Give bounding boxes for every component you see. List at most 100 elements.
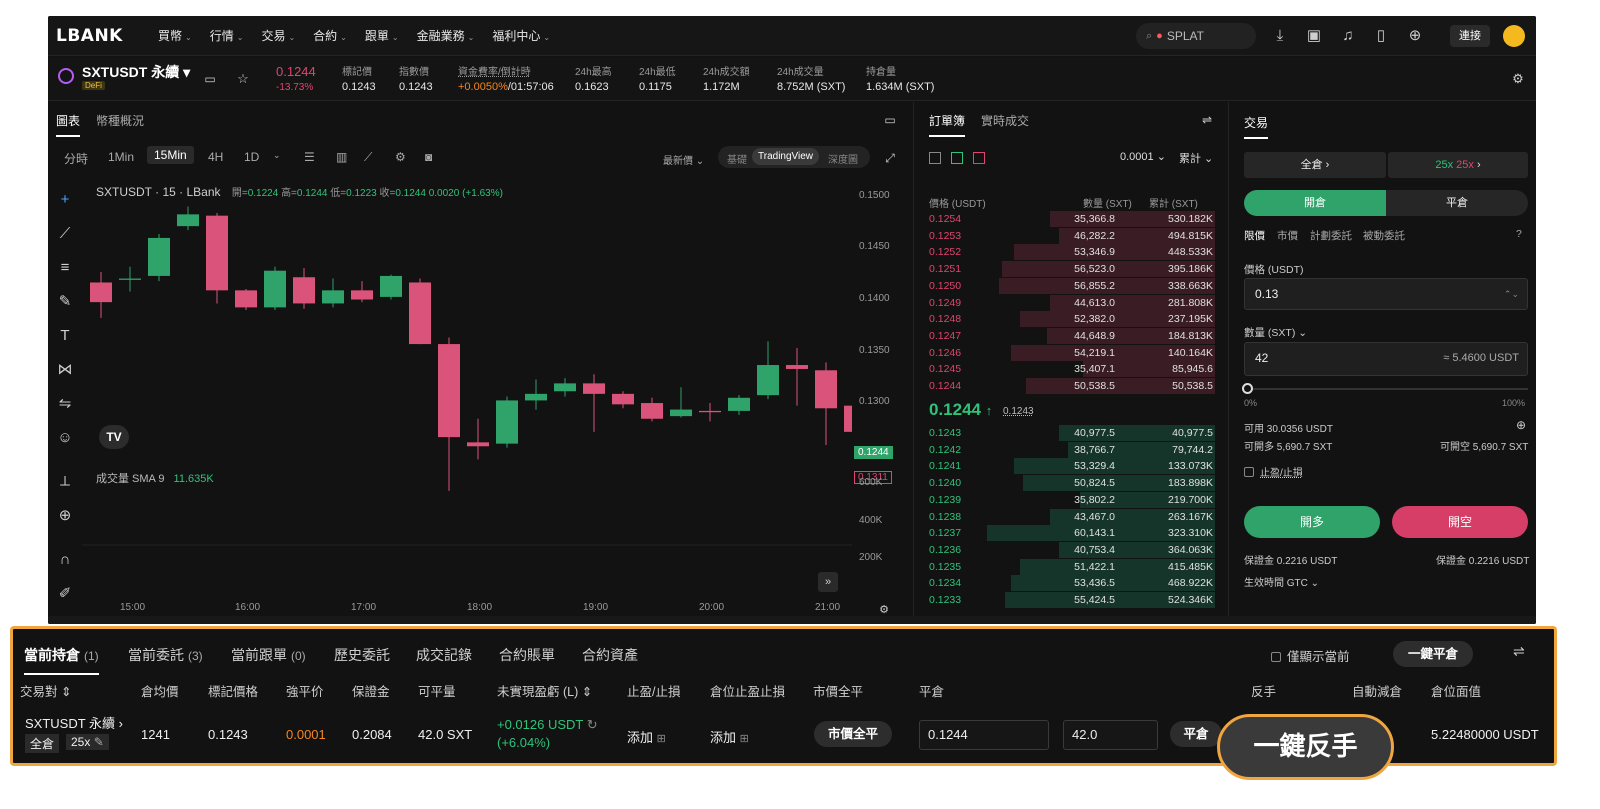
- col-pair[interactable]: 交易對 ⇕: [20, 681, 71, 700]
- tf-15min[interactable]: 15Min: [147, 146, 194, 164]
- help-icon[interactable]: ?: [1516, 228, 1522, 240]
- star-icon[interactable]: ☆: [233, 69, 253, 89]
- depth-mode-select[interactable]: 累計 ⌄: [1179, 150, 1213, 166]
- zoom-in-icon[interactable]: ⊕: [55, 506, 75, 526]
- ask-row[interactable]: 0.1247 44,648.9 184.813K: [915, 327, 1215, 344]
- close-position-button[interactable]: 平倉: [1170, 721, 1222, 747]
- bid-row[interactable]: 0.1239 35,802.2 219.700K: [915, 491, 1215, 508]
- login-button[interactable]: 連接: [1450, 25, 1490, 47]
- tab-order-history[interactable]: 歷史委託: [334, 645, 390, 665]
- open-position-tab[interactable]: 開倉: [1244, 190, 1386, 216]
- tf-more-chevron-icon[interactable]: ⌄: [273, 150, 281, 161]
- settings-icon[interactable]: ⚙: [395, 150, 406, 164]
- tf-1d[interactable]: 1D: [244, 150, 259, 164]
- one-click-reverse-callout[interactable]: 一鍵反手: [1217, 714, 1394, 780]
- nav-item-market[interactable]: 行情 ⌄: [210, 27, 244, 44]
- mode-basic[interactable]: 基礎: [727, 151, 747, 166]
- symbol-selector[interactable]: SXTUSDT 永續 ▾: [82, 62, 190, 82]
- logo[interactable]: LBANK: [56, 26, 158, 46]
- price-input[interactable]: 0.13 ⌃⌄: [1244, 278, 1528, 310]
- bell-icon[interactable]: ♫: [1338, 26, 1358, 46]
- app-download-icon[interactable]: ▯: [1371, 26, 1391, 46]
- market-close-button[interactable]: 市價全平: [814, 721, 892, 747]
- stepper-icon[interactable]: ⌃⌄: [1504, 279, 1519, 309]
- ruler-icon[interactable]: ⟂: [55, 472, 75, 492]
- order-type-limit[interactable]: 限價: [1244, 228, 1265, 243]
- ask-row[interactable]: 0.1253 46,282.2 494.815K: [915, 227, 1215, 244]
- tab-chart[interactable]: 圖表: [56, 112, 81, 137]
- download-icon[interactable]: ⤓: [1270, 26, 1290, 46]
- ask-row[interactable]: 0.1250 56,855.2 338.663K: [915, 277, 1215, 294]
- filter-icon[interactable]: ⇌: [1197, 110, 1217, 130]
- fullscreen-icon[interactable]: ▭: [880, 110, 900, 130]
- candle-type-icon[interactable]: ▥: [336, 150, 347, 164]
- book-icon[interactable]: ▭: [200, 69, 220, 89]
- crosshair-icon[interactable]: +: [55, 190, 75, 210]
- layout-bids-icon[interactable]: [951, 152, 963, 164]
- bid-row[interactable]: 0.1242 38,766.7 79,744.2: [915, 441, 1215, 458]
- measure-lines-icon[interactable]: ⇋: [55, 394, 75, 414]
- col-pnl[interactable]: 未實現盈虧 (L) ⇕: [497, 681, 592, 700]
- tpsl-checkbox[interactable]: 止盈/止損: [1244, 464, 1303, 479]
- position-pair[interactable]: SXTUSDT 永續 ›: [25, 713, 123, 732]
- show-current-checkbox[interactable]: 僅顯示當前: [1271, 646, 1350, 665]
- globe-icon[interactable]: ⊕: [1405, 26, 1425, 46]
- bid-row[interactable]: 0.1240 50,824.5 183.898K: [915, 475, 1215, 492]
- settings-icon[interactable]: ⚙: [1508, 69, 1528, 89]
- ask-row[interactable]: 0.1252 53,346.9 448.533K: [915, 244, 1215, 261]
- nav-item-finance[interactable]: 金融業務 ⌄: [417, 27, 475, 44]
- position-leverage[interactable]: 25x ✎: [66, 734, 109, 750]
- tab-orderbook[interactable]: 訂單簿: [929, 112, 966, 137]
- bid-row[interactable]: 0.1234 53,436.5 468.922K: [915, 575, 1215, 592]
- order-type-market[interactable]: 市價: [1277, 228, 1298, 243]
- leverage-button[interactable]: 25x 25x ›: [1388, 152, 1528, 178]
- tab-futures-bills[interactable]: 合約賬單: [499, 645, 555, 665]
- time-in-force-select[interactable]: 生效時間 GTC ⌄: [1244, 574, 1319, 589]
- bid-row[interactable]: 0.1237 60,143.1 323.310K: [915, 525, 1215, 542]
- precision-select[interactable]: 0.0001 ⌄: [1120, 150, 1166, 163]
- bid-row[interactable]: 0.1235 51,422.1 415.485K: [915, 558, 1215, 575]
- chart-mode-switch[interactable]: 基礎 TradingView 深度圖: [718, 146, 870, 168]
- pattern-icon[interactable]: ⋈: [55, 360, 75, 380]
- wallet-icon[interactable]: ▣: [1304, 26, 1324, 46]
- magnet-icon[interactable]: ∩: [55, 550, 75, 570]
- ask-row[interactable]: 0.1254 35,366.8 530.182K: [915, 211, 1215, 227]
- expand-icon[interactable]: ⤢: [880, 148, 900, 168]
- camera-icon[interactable]: ◙: [425, 150, 432, 164]
- tab-recent-trades[interactable]: 實時成交: [981, 112, 1029, 129]
- margin-mode-button[interactable]: 全倉 ›: [1244, 152, 1386, 178]
- nav-item-trade[interactable]: 交易 ⌄: [261, 27, 295, 44]
- lock-draw-icon[interactable]: ✐: [55, 584, 75, 604]
- candlestick-chart[interactable]: [82, 188, 852, 624]
- qty-slider[interactable]: [1244, 388, 1528, 390]
- tab-copy-orders[interactable]: 當前跟單 (0): [231, 645, 306, 665]
- tf-4h[interactable]: 4H: [208, 150, 223, 164]
- layout-both-icon[interactable]: [929, 152, 941, 164]
- layout-asks-icon[interactable]: [973, 152, 985, 164]
- add-position-tpsl-button[interactable]: 添加 ⊞: [710, 727, 749, 746]
- emoji-icon[interactable]: ☺: [55, 428, 75, 448]
- tab-trade-history[interactable]: 成交記錄: [416, 645, 472, 665]
- close-price-input[interactable]: 0.1244: [919, 720, 1049, 750]
- price-type-select[interactable]: 最新價 ⌄: [663, 152, 704, 167]
- ask-row[interactable]: 0.1248 52,382.0 237.195K: [915, 311, 1215, 328]
- close-all-button[interactable]: 一鍵平倉: [1393, 641, 1473, 667]
- trendline-icon[interactable]: ⟋: [55, 224, 75, 244]
- bid-row[interactable]: 0.1238 43,467.0 263.167K: [915, 508, 1215, 525]
- bid-row[interactable]: 0.1243 40,977.5 40,977.5: [915, 425, 1215, 441]
- ask-row[interactable]: 0.1244 50,538.5 50,538.5: [915, 378, 1215, 394]
- open-short-button[interactable]: 開空: [1392, 506, 1528, 538]
- line-tool-icon[interactable]: ⟋: [364, 150, 372, 165]
- open-long-button[interactable]: 開多: [1244, 506, 1380, 538]
- close-qty-input[interactable]: 42.0: [1063, 720, 1158, 750]
- brush-icon[interactable]: ✎: [55, 292, 75, 312]
- nav-item-buy[interactable]: 買幣 ⌄: [158, 27, 192, 44]
- tf-line[interactable]: 分時: [64, 150, 88, 167]
- close-position-tab[interactable]: 平倉: [1386, 190, 1528, 216]
- ask-row[interactable]: 0.1251 56,523.0 395.186K: [915, 261, 1215, 278]
- mode-tradingview[interactable]: TradingView: [752, 148, 820, 165]
- bid-row[interactable]: 0.1241 53,329.4 133.073K: [915, 458, 1215, 475]
- slider-handle[interactable]: [1242, 383, 1253, 394]
- ask-row[interactable]: 0.1246 54,219.1 140.164K: [915, 344, 1215, 361]
- order-type-passive[interactable]: 被動委託: [1363, 228, 1405, 243]
